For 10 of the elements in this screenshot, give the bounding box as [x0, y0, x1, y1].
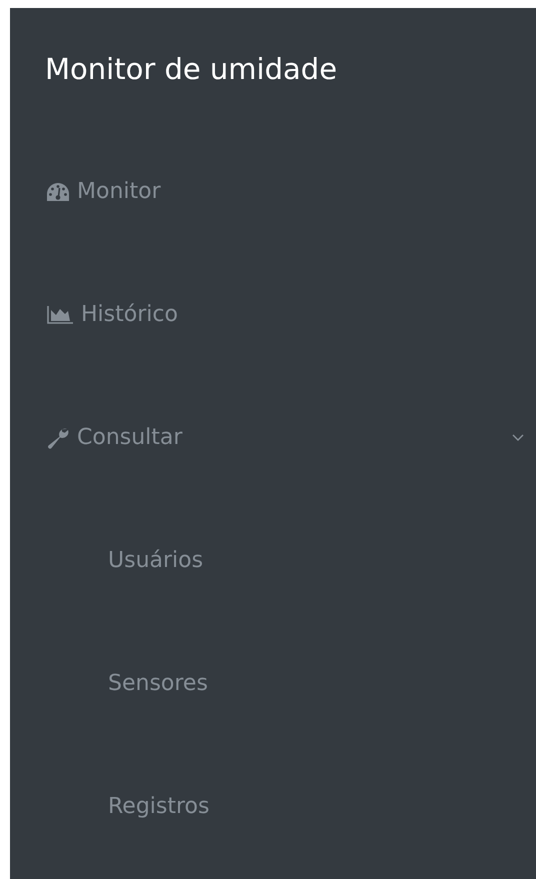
area-chart-icon — [47, 306, 73, 324]
menu-item[interactable]: Consultar — [47, 425, 182, 450]
gauge-icon — [47, 182, 69, 200]
submenu-item[interactable]: Sensores — [108, 671, 208, 696]
chevron-down-icon[interactable] — [512, 434, 524, 442]
submenu-item[interactable]: Usuários — [108, 548, 204, 573]
menu-item[interactable]: Histórico — [47, 302, 178, 327]
sidebar-title: Monitor de umidade — [45, 52, 338, 86]
menu-item[interactable]: Monitor — [47, 179, 161, 204]
submenu-item[interactable]: Registros — [108, 794, 210, 819]
